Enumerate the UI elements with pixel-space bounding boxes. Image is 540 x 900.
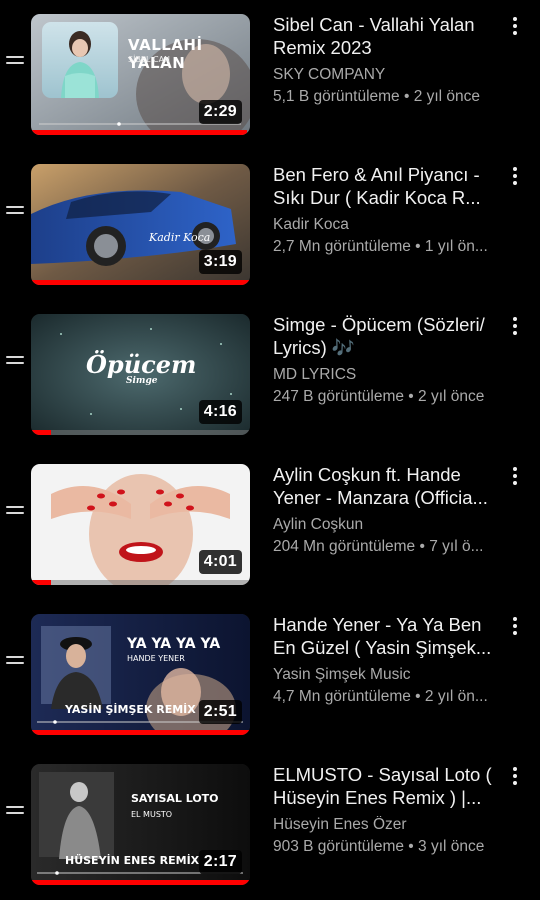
channel-name: Aylin Coşkun (273, 516, 364, 533)
video-thumbnail[interactable]: SAYISAL LOTO EL MUSTO HÜSEYİN ENES REMİX… (31, 764, 250, 885)
video-meta: 2,7 Mn görüntüleme • 1 yıl ön... (273, 238, 488, 255)
channel-name: Hüseyin Enes Özer (273, 816, 407, 833)
watch-progress-fill (31, 580, 51, 585)
watch-progress-bar (31, 430, 250, 435)
duration-badge: 2:17 (198, 850, 242, 874)
video-title[interactable]: Simge - Öpücem (Sözleri/ Lyrics) 🎶 (273, 313, 501, 359)
video-thumbnail[interactable]: YA YA YA YA HANDE YENER YASİN ŞİMŞEK REM… (31, 614, 250, 735)
video-row[interactable]: 4:01 Aylin Coşkun ft. Hande Yener - Manz… (0, 450, 540, 600)
video-title[interactable]: Sibel Can - Vallahi Yalan Remix 2023 (273, 13, 501, 59)
thumbnail-overlay-subtext: EL MUSTO (131, 810, 173, 819)
watch-progress-fill (31, 730, 250, 735)
playlist-video-list: VALLAHİ YALAN SİBEL CAN 2:29 Sibel Can -… (0, 0, 540, 898)
drag-handle-icon[interactable] (6, 803, 24, 817)
watch-progress-bar (31, 730, 250, 735)
video-title[interactable]: Ben Fero & Anıl Piyancı - Sıkı Dur ( Kad… (273, 163, 501, 209)
watch-progress-fill (31, 280, 250, 285)
drag-handle-icon[interactable] (6, 653, 24, 667)
more-vertical-icon[interactable] (505, 164, 525, 188)
thumbnail-overlay-subtext: SİBEL CAN (128, 55, 171, 64)
watch-progress-bar (31, 130, 250, 135)
thumbnail-overlay-text: VALLAHİ YALAN (128, 36, 203, 72)
watch-progress-fill (31, 880, 250, 885)
duration-badge: 2:51 (198, 700, 242, 724)
watch-progress-bar (31, 880, 250, 885)
video-row[interactable]: Kadir Koca 3:19 Ben Fero & Anıl Piyancı … (0, 150, 540, 300)
thumbnail-overlay-text: Kadir Koca (149, 231, 211, 244)
channel-name: MD LYRICS (273, 366, 357, 383)
video-meta: 247 B görüntüleme • 2 yıl önce (273, 388, 485, 405)
duration-badge: 2:29 (198, 100, 242, 124)
thumbnail-overlay-subtext: Simge (126, 376, 158, 386)
video-row[interactable]: YA YA YA YA HANDE YENER YASİN ŞİMŞEK REM… (0, 600, 540, 750)
channel-name: Kadir Koca (273, 216, 349, 233)
video-meta: 903 B görüntüleme • 3 yıl önce (273, 838, 485, 855)
video-thumbnail[interactable]: 4:01 (31, 464, 250, 585)
thumbnail-overlay-text: Öpücem (86, 350, 197, 379)
more-vertical-icon[interactable] (505, 14, 525, 38)
thumbnail-overlay-caption: HÜSEYİN ENES REMİX (65, 854, 200, 867)
video-meta: 4,7 Mn görüntüleme • 2 yıl ön... (273, 688, 488, 705)
video-thumbnail[interactable]: Öpücem Simge 4:16 (31, 314, 250, 435)
video-row[interactable]: SAYISAL LOTO EL MUSTO HÜSEYİN ENES REMİX… (0, 750, 540, 900)
video-meta: 5,1 B görüntüleme • 2 yıl önce (273, 88, 481, 105)
video-thumbnail[interactable]: Kadir Koca 3:19 (31, 164, 250, 285)
watch-progress-fill (31, 430, 51, 435)
thumbnail-overlay-text: SAYISAL LOTO (131, 792, 219, 805)
duration-badge: 3:19 (198, 250, 242, 274)
thumbnail-overlay-caption: YASİN ŞİMŞEK REMİX (65, 703, 196, 716)
video-row[interactable]: VALLAHİ YALAN SİBEL CAN 2:29 Sibel Can -… (0, 0, 540, 150)
watch-progress-bar (31, 580, 250, 585)
watch-progress-bar (31, 280, 250, 285)
video-meta: 204 Mn görüntüleme • 7 yıl ö... (273, 538, 484, 555)
channel-name: Yasin Şimşek Music (273, 666, 411, 683)
video-title[interactable]: ELMUSTO - Sayısal Loto ( Hüseyin Enes Re… (273, 763, 501, 809)
more-vertical-icon[interactable] (505, 464, 525, 488)
more-vertical-icon[interactable] (505, 614, 525, 638)
more-vertical-icon[interactable] (505, 314, 525, 338)
drag-handle-icon[interactable] (6, 353, 24, 367)
duration-badge: 4:01 (198, 550, 242, 574)
thumbnail-overlay-text: YA YA YA YA (127, 636, 221, 652)
drag-handle-icon[interactable] (6, 503, 24, 517)
drag-handle-icon[interactable] (6, 53, 24, 67)
channel-name: SKY COMPANY (273, 66, 386, 83)
watch-progress-fill (31, 130, 247, 135)
video-thumbnail[interactable]: VALLAHİ YALAN SİBEL CAN 2:29 (31, 14, 250, 135)
video-title[interactable]: Hande Yener - Ya Ya Ben En Güzel ( Yasin… (273, 613, 501, 659)
video-row[interactable]: Öpücem Simge 4:16 Simge - Öpücem (Sözler… (0, 300, 540, 450)
video-title[interactable]: Aylin Coşkun ft. Hande Yener - Manzara (… (273, 463, 501, 509)
drag-handle-icon[interactable] (6, 203, 24, 217)
thumbnail-overlay-subtext: HANDE YENER (127, 654, 185, 663)
more-vertical-icon[interactable] (505, 764, 525, 788)
duration-badge: 4:16 (198, 400, 242, 424)
